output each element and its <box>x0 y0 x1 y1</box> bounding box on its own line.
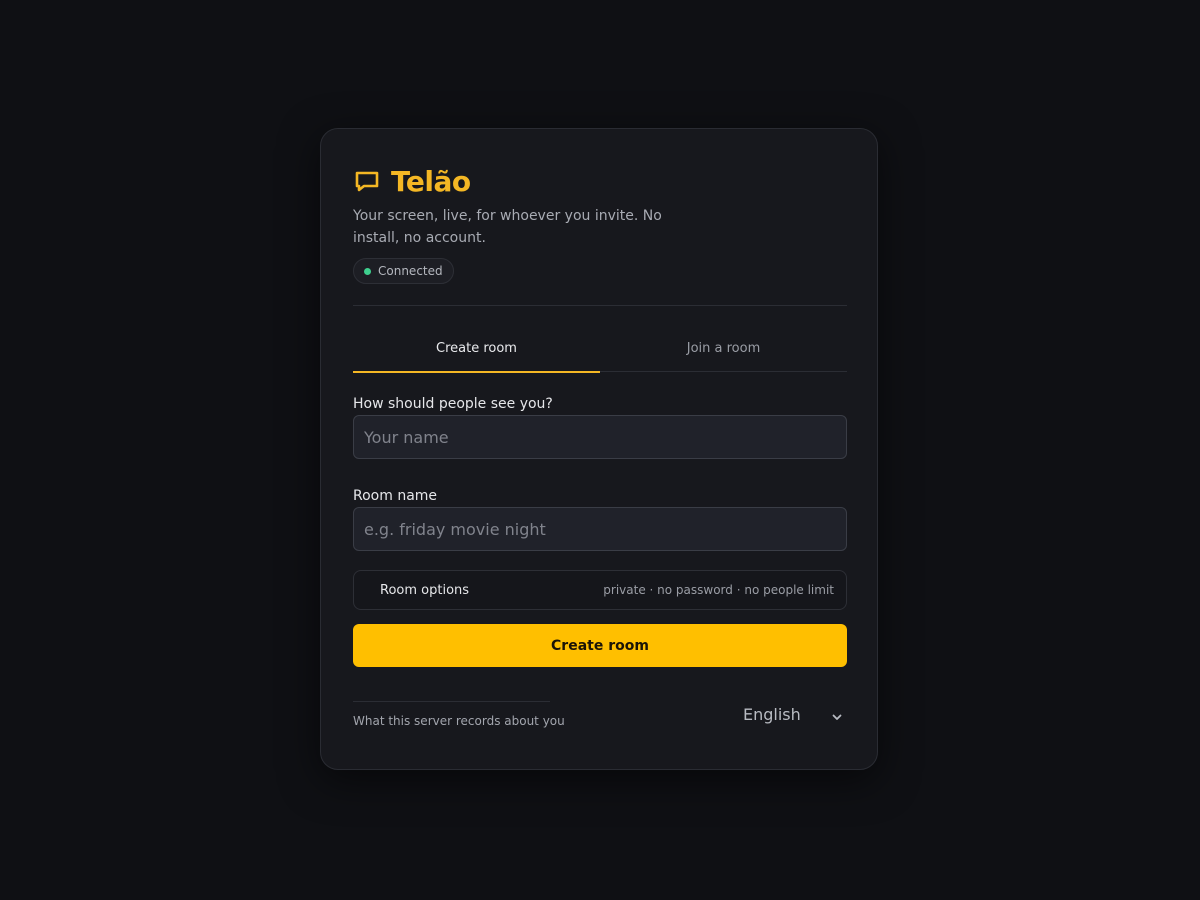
room-options-title: Room options <box>380 582 470 598</box>
footer-divider <box>353 701 550 702</box>
connection-status-label: Connected <box>378 264 443 278</box>
room-options-summary: private · no password · no people limit <box>603 583 834 597</box>
room-mode-tabs: Create room Join a room <box>353 334 847 373</box>
chevron-down-icon <box>831 708 843 720</box>
status-dot-icon <box>364 267 371 275</box>
language-value: English <box>743 704 801 724</box>
room-name-input[interactable] <box>353 507 847 551</box>
display-name-input[interactable] <box>353 415 847 459</box>
language-select[interactable]: English <box>738 699 847 729</box>
connection-status-badge: Connected <box>353 258 454 284</box>
room-options-toggle[interactable]: Room options private · no password · no … <box>353 570 847 610</box>
app-tagline: Your screen, live, for whoever you invit… <box>353 208 662 246</box>
app-title: Telão <box>391 164 471 198</box>
display-name-label: How should people see you? <box>353 396 553 412</box>
create-room-button[interactable]: Create room <box>353 624 847 667</box>
header-divider <box>353 305 847 306</box>
tab-join-room[interactable]: Join a room <box>600 334 847 371</box>
chat-bubble-icon <box>353 167 381 195</box>
tab-create-room[interactable]: Create room <box>353 334 600 373</box>
room-name-label: Room name <box>353 488 438 504</box>
privacy-link[interactable]: What this server records about you <box>353 714 565 728</box>
create-room-card: Telão Your screen, live, for whoever you… <box>320 128 878 770</box>
brand-header: Telão <box>353 163 471 199</box>
